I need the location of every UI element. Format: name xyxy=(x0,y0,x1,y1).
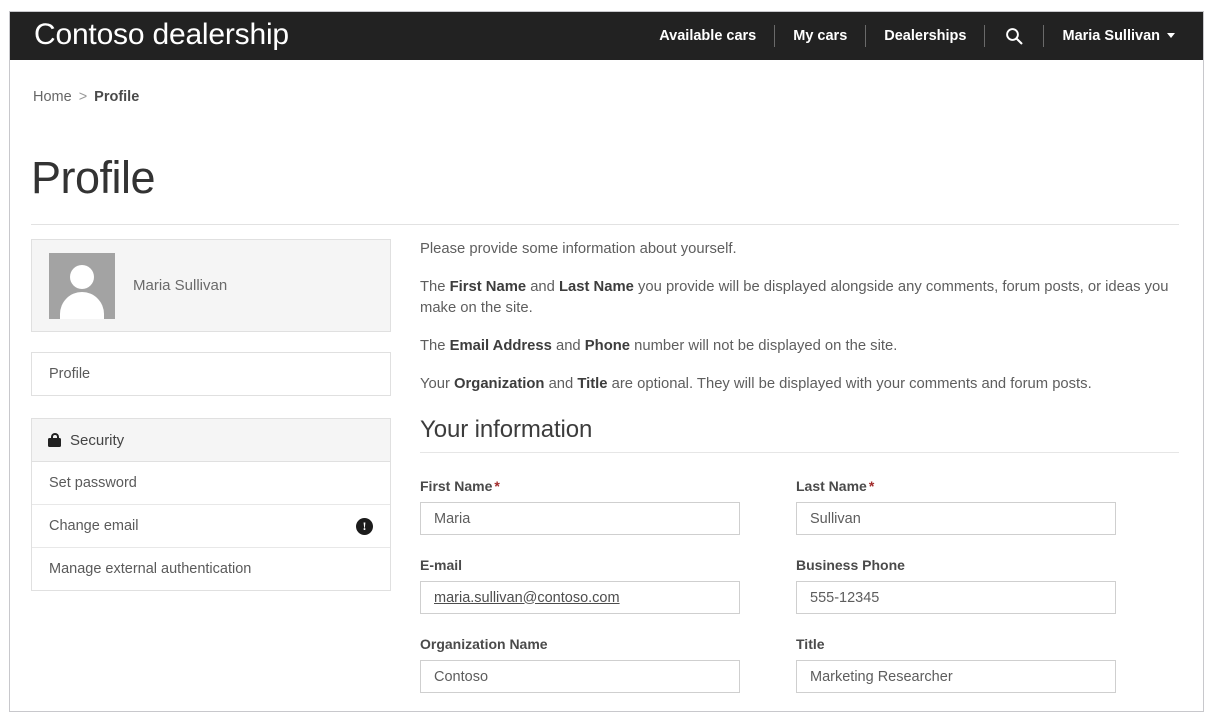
intro-paragraph-4: Your Organization and Title are optional… xyxy=(420,374,1180,395)
alert-exclamation-icon: ! xyxy=(356,517,373,535)
text-fragment: and xyxy=(551,338,585,354)
form-field-first-name: First Name * xyxy=(420,478,740,535)
text-emphasis-title: Title xyxy=(577,376,608,392)
title-divider xyxy=(31,224,1179,225)
first-name-label: First Name * xyxy=(420,478,740,494)
intro-paragraph-1: Please provide some information about yo… xyxy=(420,241,737,257)
form-row-contact: E-mail Business Phone xyxy=(420,557,1180,614)
last-name-label: Last Name * xyxy=(796,478,1116,494)
sidebar-item-label: Set password xyxy=(49,475,137,491)
site-brand-logo[interactable]: Contoso dealership xyxy=(34,18,289,52)
user-menu-button[interactable]: Maria Sullivan xyxy=(1044,12,1193,60)
text-emphasis-first-name: First Name xyxy=(449,279,527,295)
sidebar-item-set-password[interactable]: Set password xyxy=(32,462,390,505)
business-phone-label: Business Phone xyxy=(796,557,905,573)
page-title: Profile xyxy=(31,152,156,203)
profile-summary-card: Maria Sullivan xyxy=(31,239,391,332)
search-icon xyxy=(1006,28,1023,45)
section-heading-your-information: Your information xyxy=(420,416,593,443)
nav-link-available-cars[interactable]: Available cars xyxy=(641,12,774,60)
business-phone-input[interactable] xyxy=(796,581,1116,614)
avatar-body-shape xyxy=(60,291,104,319)
sidebar: Maria Sullivan Profile Security Set pass… xyxy=(31,239,391,591)
main-content: Please provide some information about yo… xyxy=(420,239,1180,711)
nav-link-my-cars[interactable]: My cars xyxy=(775,12,865,60)
text-fragment: The xyxy=(420,338,450,354)
text-fragment: number will not be displayed on the site… xyxy=(630,338,898,354)
text-fragment: are optional. They will be displayed wit… xyxy=(607,376,1092,392)
sidebar-security-group: Security Set password Change email ! Man… xyxy=(31,418,391,591)
lock-icon xyxy=(48,433,61,447)
intro-paragraph-2: The First Name and Last Name you provide… xyxy=(420,277,1180,319)
last-name-input[interactable] xyxy=(796,502,1116,535)
form-field-organization-name: Organization Name xyxy=(420,636,740,693)
avatar-name-label: Maria Sullivan xyxy=(133,277,228,294)
form-field-email: E-mail xyxy=(420,557,740,614)
label-text: First Name xyxy=(420,478,493,494)
avatar xyxy=(49,252,115,319)
form-field-business-phone: Business Phone xyxy=(796,557,1116,614)
text-emphasis-last-name: Last Name xyxy=(559,279,634,295)
text-fragment: and xyxy=(526,279,560,295)
breadcrumb-item-home[interactable]: Home xyxy=(33,89,72,105)
sidebar-item-change-email[interactable]: Change email ! xyxy=(32,505,390,548)
email-label: E-mail xyxy=(420,557,463,573)
browser-page-frame: Contoso dealership Available cars My car… xyxy=(9,11,1204,712)
text-fragment: and xyxy=(544,376,578,392)
first-name-input[interactable] xyxy=(420,502,740,535)
breadcrumb: Home > Profile xyxy=(33,89,139,105)
intro-paragraph-3: The Email Address and Phone number will … xyxy=(420,336,1180,357)
text-emphasis-email-address: Email Address xyxy=(449,338,552,354)
sidebar-item-label: Change email xyxy=(49,518,139,534)
sidebar-item-manage-external-authentication[interactable]: Manage external authentication xyxy=(32,548,390,590)
search-button[interactable] xyxy=(985,12,1043,60)
sidebar-item-label: Profile xyxy=(49,366,91,382)
text-emphasis-organization: Organization xyxy=(454,376,545,392)
sidebar-item-profile[interactable]: Profile xyxy=(31,352,391,396)
section-divider xyxy=(420,452,1179,453)
sidebar-security-header: Security xyxy=(32,419,390,462)
form-row-names: First Name* Last Name* xyxy=(420,478,1180,535)
sidebar-item-label: Manage external authentication xyxy=(49,561,252,577)
required-asterisk: * xyxy=(494,478,500,494)
top-navigation-bar: Contoso dealership Available cars My car… xyxy=(10,12,1203,60)
nav-links-group: Available cars My cars Dealerships Maria… xyxy=(641,12,1193,60)
form-field-last-name: Last Name * xyxy=(796,478,1116,535)
title-label: Title xyxy=(796,636,825,652)
text-fragment: Your xyxy=(420,376,455,392)
organization-name-label: Organization Name xyxy=(420,636,548,652)
text-emphasis-phone: Phone xyxy=(584,338,630,354)
label-text: Last Name xyxy=(796,478,867,494)
breadcrumb-item-profile: Profile xyxy=(94,89,140,105)
user-menu-label: Maria Sullivan xyxy=(1062,28,1160,44)
form-row-organization: Organization Name Title xyxy=(420,636,1180,693)
form-field-title: Title xyxy=(796,636,1116,693)
required-asterisk: * xyxy=(868,478,875,494)
title-input[interactable] xyxy=(796,660,1116,693)
breadcrumb-separator: > xyxy=(78,89,88,105)
nav-link-dealerships[interactable]: Dealerships xyxy=(866,12,984,60)
text-fragment: The xyxy=(420,279,450,295)
email-input[interactable] xyxy=(420,581,740,614)
avatar-head-shape xyxy=(70,264,94,289)
sidebar-security-header-label: Security xyxy=(70,431,125,449)
chevron-down-icon xyxy=(1167,32,1175,38)
organization-name-input[interactable] xyxy=(420,660,740,693)
